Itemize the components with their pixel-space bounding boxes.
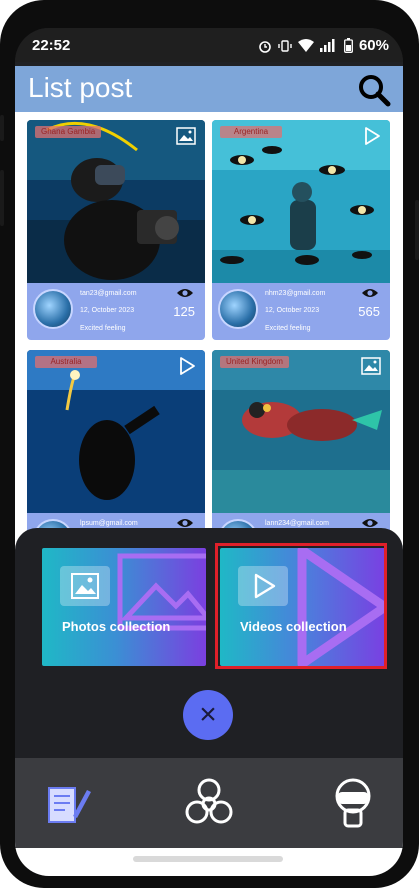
post-feeling: Excited feeling [265,325,311,332]
photos-collection-label: Photos collection [62,619,171,634]
view-count: 125 [173,304,195,319]
selection-highlight [215,543,387,669]
signal-icon [319,39,335,52]
status-bar: 22:52 60% [15,28,403,62]
document-edit-icon[interactable] [39,776,95,832]
status-time: 22:52 [32,37,71,54]
post-email: nhm23@gmail.com [265,290,326,297]
location-chip: Australia [35,356,97,368]
collection-sheet: Photos collection Videos collection × [15,528,403,758]
phone-frame: 22:52 60% List post Ghana Gambia tan23@g… [0,0,419,888]
battery-icon [344,38,353,53]
close-button[interactable]: × [183,690,233,740]
post-card[interactable]: Argentina nhm23@gmail.com 12, October 20… [212,120,390,340]
eye-icon [362,289,378,297]
post-date: 12, October 2023 [265,307,320,314]
status-icons: 60% [258,37,389,54]
photo-icon-box [60,566,110,606]
biohazard-icon[interactable] [181,776,237,832]
alarm-icon [259,40,271,53]
view-count: 565 [358,304,380,319]
photo-icon [361,357,381,375]
post-card-footer: tan23@gmail.com 12, October 2023 Excited… [27,283,205,340]
app-bar: List post [15,66,403,112]
side-button [0,170,4,226]
home-indicator[interactable] [133,856,283,862]
post-email: tan23@gmail.com [80,290,137,297]
location-chip: Ghana Gambia [35,126,102,138]
post-email: lpsum@gmail.com [80,520,138,527]
photos-collection-button[interactable]: Photos collection [42,548,206,666]
side-button [0,115,4,141]
page-title: List post [28,72,133,103]
eye-icon [177,289,193,297]
post-email: lann234@gmail.com [265,520,329,527]
play-icon [180,357,195,375]
photo-icon [176,127,196,145]
avatar [218,289,258,329]
post-card[interactable]: Ghana Gambia tan23@gmail.com 12, October… [27,120,205,340]
photo-icon [71,573,99,599]
side-button [415,200,419,260]
wifi-icon [297,39,314,52]
diver-mask-icon[interactable] [325,776,381,832]
vibrate-icon [278,39,292,52]
play-icon [365,127,380,145]
location-chip: Argentina [220,126,282,138]
post-feeling: Excited feeling [80,325,126,332]
avatar [33,289,73,329]
screen: 22:52 60% List post Ghana Gambia tan23@g… [15,28,403,876]
location-chip: United Kingdom [220,356,289,368]
battery-level: 60% [358,37,389,54]
post-card-footer: nhm23@gmail.com 12, October 2023 Excited… [212,283,390,340]
search-icon[interactable] [357,73,391,107]
bottom-nav [15,758,403,848]
post-date: 12, October 2023 [80,307,135,314]
